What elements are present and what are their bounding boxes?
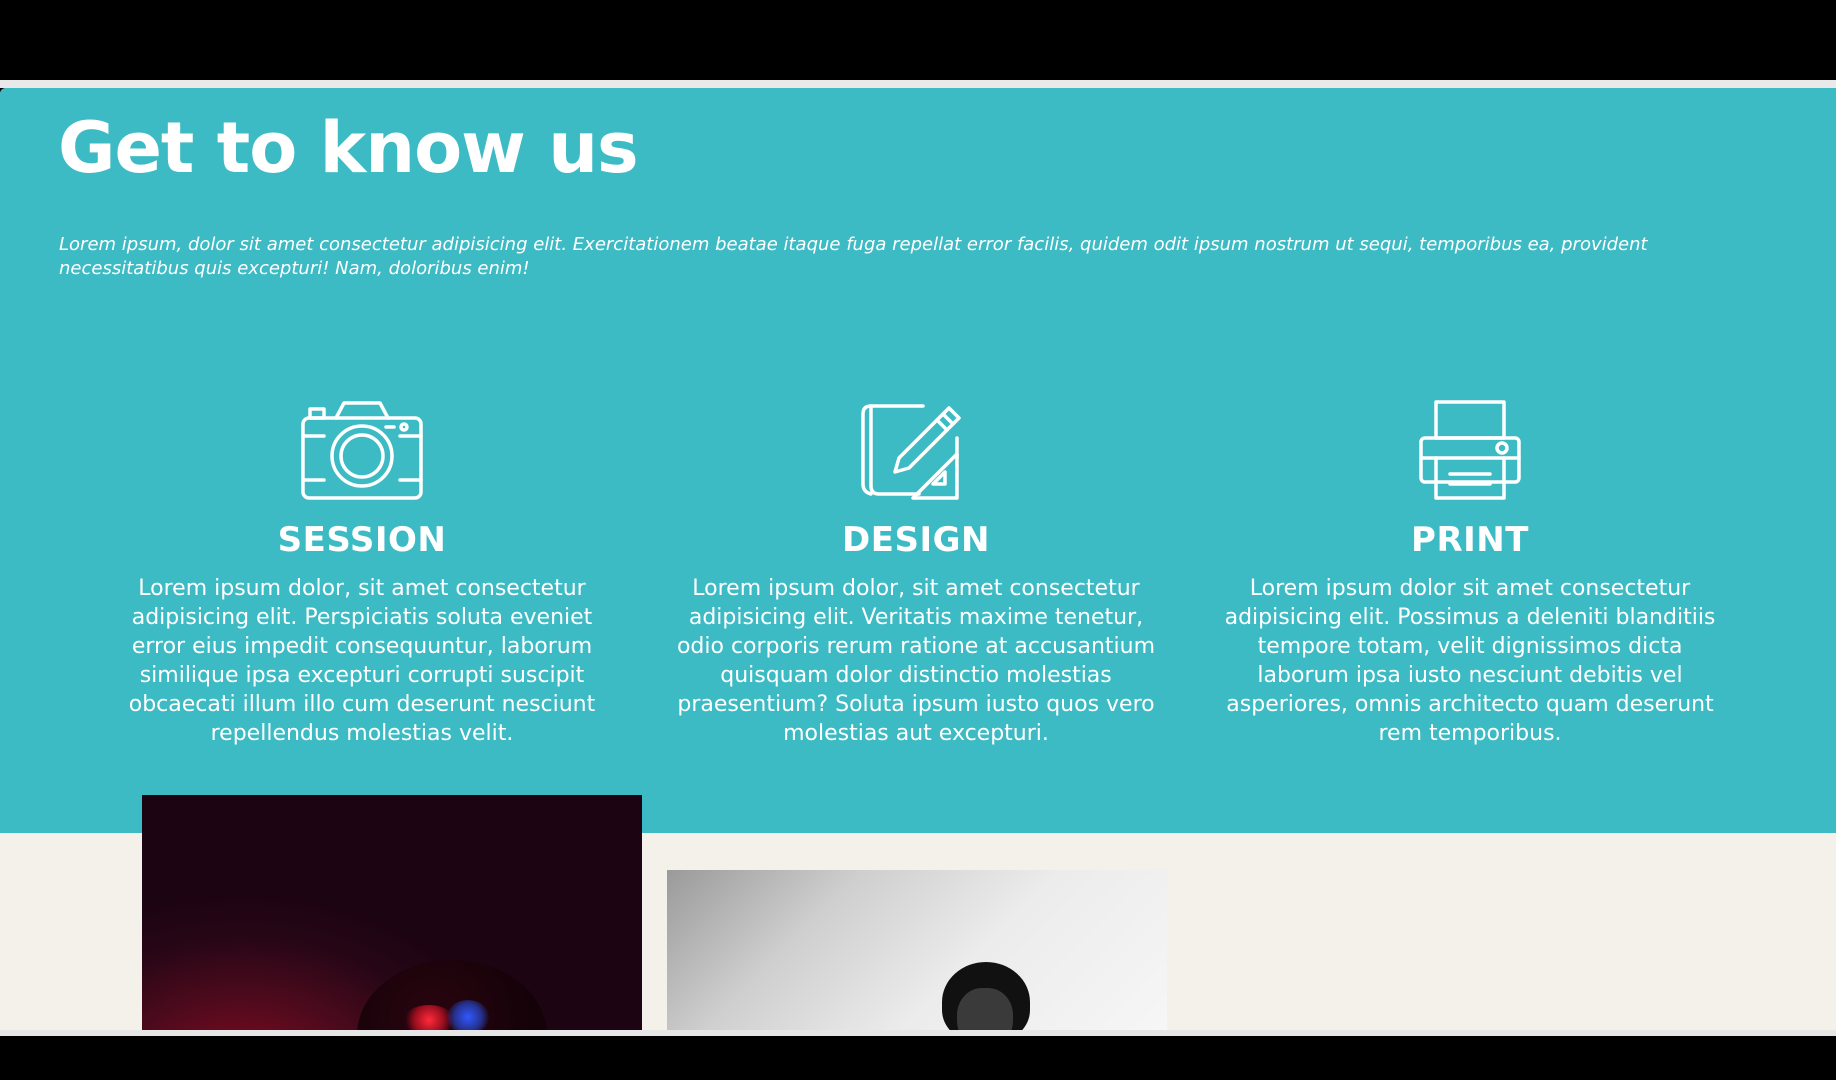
service-print: PRINT Lorem ipsum dolor sit amet consect… [1220,398,1720,748]
service-title: PRINT [1411,520,1529,560]
page-viewport[interactable]: Get to know us Lorem ipsum, dolor sit am… [0,88,1836,1030]
service-title: SESSION [277,520,447,560]
section-intro: Lorem ipsum, dolor sit amet consectetur … [59,234,1648,279]
portrait-photo-monochrome [667,870,1167,1030]
service-text: Lorem ipsum dolor, sit amet consectetur … [676,576,1156,746]
service-design: DESIGN Lorem ipsum dolor, sit amet conse… [670,398,1162,748]
browser-bottom-bar [0,1036,1836,1080]
photo-subject-face [957,988,1013,1030]
service-title: DESIGN [842,520,990,560]
section-title: Get to know us [58,107,639,189]
camera-icon [301,401,423,500]
top-edge [0,80,1836,88]
photo-blue-glasses [447,1000,489,1030]
service-text: Lorem ipsum dolor sit amet consectetur a… [1224,576,1716,746]
service-text: Lorem ipsum dolor, sit amet consectetur … [128,576,596,746]
design-blueprint-icon [861,404,961,500]
printer-icon [1419,400,1521,500]
about-section: Get to know us Lorem ipsum, dolor sit am… [0,88,1836,833]
portrait-photo-red-blue [142,795,642,1030]
browser-top-bar [0,0,1836,80]
service-session: SESSION Lorem ipsum dolor, sit amet cons… [122,398,602,748]
